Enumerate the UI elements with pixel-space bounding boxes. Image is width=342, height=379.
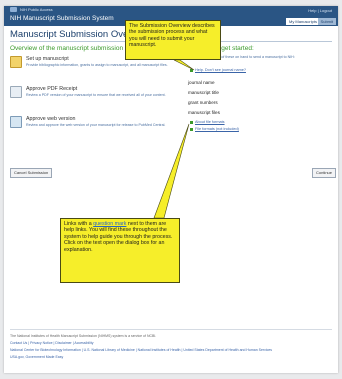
footer-agency-links[interactable]: National Center for Biotechnology Inform… [10,348,330,352]
footer-divider [10,329,332,330]
callout-overview: The Submission Overview describes the su… [125,20,221,60]
footer-about: The National Institutes of Health Manusc… [10,334,157,338]
footer-links[interactable]: Contact Us | Privacy Notice | Disclaimer… [10,341,330,345]
callout-top-pointer [173,59,195,71]
callout-bottom-pointer [153,123,190,219]
callout-help-links: Links with a question mark next to them … [60,218,180,283]
callout-arrows [153,59,195,219]
callout-text: Links with a [64,221,94,227]
app-window: NIH Public Access NIH Manuscript Submiss… [4,6,338,373]
footer-usa-gov[interactable]: USA.gov, Government Made Easy [10,355,330,359]
question-mark-link[interactable]: question mark [93,221,126,227]
